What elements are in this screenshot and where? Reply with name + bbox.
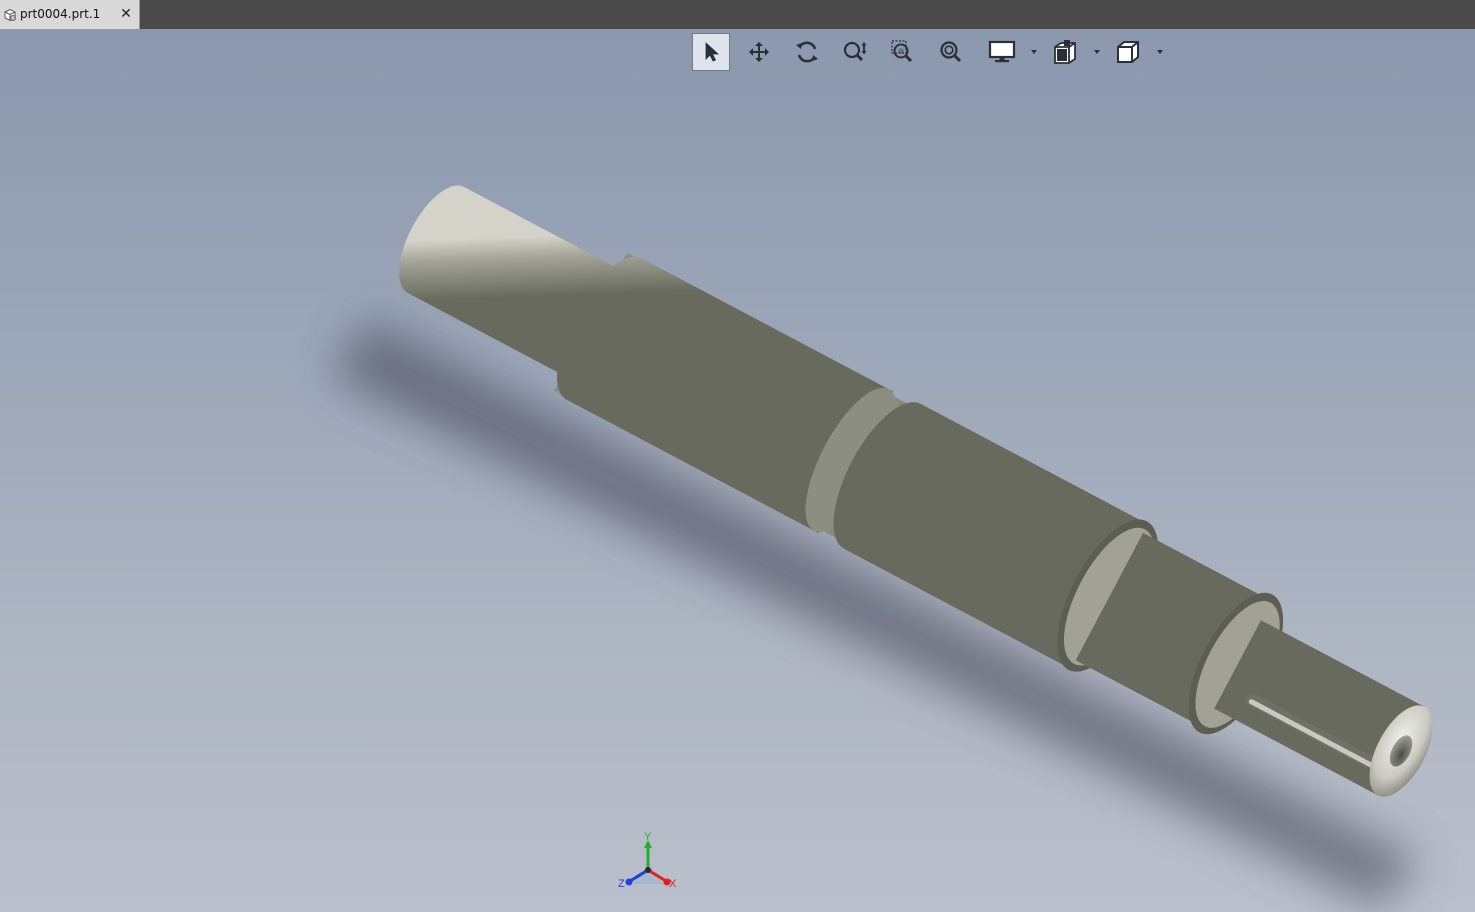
- views-stack-icon: [1054, 40, 1076, 64]
- axis-triad: Y Z X: [618, 832, 677, 890]
- zoom-button[interactable]: [836, 33, 874, 71]
- stepped-shaft[interactable]: [373, 153, 1462, 836]
- z-axis-tip: [625, 878, 633, 886]
- views-button[interactable]: [1046, 33, 1084, 71]
- document-tab-bar: prt0004.prt.1 ✕: [0, 0, 1475, 29]
- arrow-cursor-icon: [705, 42, 720, 62]
- z-axis-label: Z: [618, 878, 625, 890]
- monitor-icon: [988, 40, 1016, 63]
- pan-button[interactable]: [740, 33, 778, 71]
- rotate-arrows-icon: [796, 41, 818, 63]
- close-icon[interactable]: ✕: [118, 5, 134, 23]
- zoom-window-button[interactable]: [884, 33, 922, 71]
- x-axis-label: X: [669, 878, 677, 890]
- tab-title: prt0004.prt.1: [20, 7, 101, 21]
- display-style-dropdown-icon[interactable]: [1029, 47, 1039, 57]
- view-cube-button[interactable]: [1109, 33, 1147, 71]
- y-axis-label: Y: [644, 832, 652, 843]
- triad-origin: [645, 867, 651, 873]
- zoom-fit-icon: [940, 41, 962, 63]
- view-toolbar: [692, 33, 1172, 73]
- part-document-icon: [4, 8, 16, 22]
- select-button[interactable]: [692, 33, 730, 71]
- model-scene[interactable]: [0, 29, 1475, 912]
- zoom-fit-button[interactable]: [932, 33, 970, 71]
- views-dropdown-icon[interactable]: [1092, 47, 1102, 57]
- cube-icon: [1117, 41, 1139, 63]
- view-cube-dropdown-icon[interactable]: [1155, 47, 1165, 57]
- display-style-button[interactable]: [983, 33, 1021, 71]
- zoom-window-icon: [891, 40, 913, 63]
- document-tab[interactable]: prt0004.prt.1 ✕: [0, 0, 140, 29]
- rotate-button[interactable]: [788, 33, 826, 71]
- four-way-arrow-icon: [749, 42, 769, 62]
- 3d-viewport[interactable]: Y Z X: [0, 29, 1475, 912]
- zoom-updown-icon: [843, 41, 867, 62]
